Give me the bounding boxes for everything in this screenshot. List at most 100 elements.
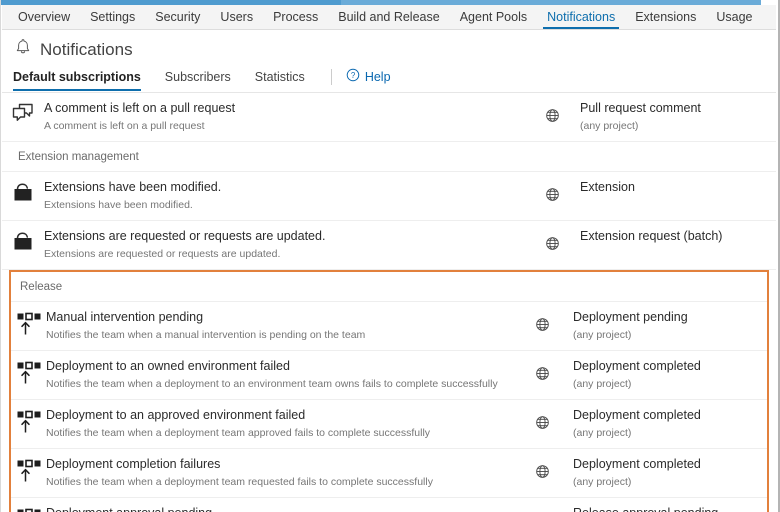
page-title: Notifications	[40, 40, 133, 59]
globe-icon[interactable]	[535, 317, 550, 337]
pivot-subscribers[interactable]: Subscribers	[165, 70, 243, 91]
group-header: Release	[11, 272, 767, 302]
extension-bag-icon	[12, 231, 34, 257]
row-scope-icon[interactable]	[511, 310, 573, 337]
row-scope-icon[interactable]	[511, 457, 573, 484]
nav-item-security[interactable]: Security	[145, 10, 210, 30]
row-text-block: Deployment to an owned environment faile…	[46, 359, 511, 391]
row-event-scope: (any project)	[580, 120, 639, 132]
row-scope-icon[interactable]	[525, 101, 580, 128]
extension-bag-icon	[12, 182, 34, 208]
row-event-name: Deployment completed	[573, 408, 701, 422]
row-event-block: Extension	[580, 180, 776, 199]
row-type-icon	[11, 457, 46, 488]
row-description: Extensions have been modified.	[44, 199, 193, 211]
release-deploy-icon	[16, 410, 42, 439]
row-event-block: Pull request comment (any project)	[580, 101, 776, 133]
nav-item-overview[interactable]: Overview	[8, 10, 80, 30]
globe-icon[interactable]	[545, 108, 560, 128]
row-title: Deployment approval pending	[46, 506, 503, 512]
row-type-icon	[2, 180, 44, 208]
row-event-block: Deployment completed (any project)	[573, 457, 767, 489]
row-text-block: Extensions are requested or requests are…	[44, 229, 525, 261]
subscriptions-list: A comment is left on a pull request A com…	[2, 92, 776, 512]
nav-item-settings[interactable]: Settings	[80, 10, 145, 30]
release-deploy-icon	[16, 312, 42, 341]
row-title: Manual intervention pending	[46, 310, 204, 324]
row-type-icon	[2, 229, 44, 257]
subscription-row[interactable]: Deployment to an owned environment faile…	[11, 351, 767, 400]
row-text-block: Manual intervention pending Notifies the …	[46, 310, 511, 342]
group-header: Extension management	[2, 142, 776, 172]
main-navigation: Overview Settings Security Users Process Buil…	[2, 5, 776, 30]
globe-icon[interactable]	[545, 187, 560, 207]
nav-item-usage[interactable]: Usage	[706, 10, 762, 30]
subscription-row[interactable]: A comment is left on a pull request A com…	[2, 92, 776, 142]
row-scope-icon[interactable]	[511, 506, 573, 512]
subscription-row[interactable]: Deployment approval pendingNotifies the …	[11, 498, 767, 512]
svg-text:?: ?	[351, 71, 356, 80]
subscription-row[interactable]: Extensions have been modified. Extensions…	[2, 172, 776, 221]
row-scope-icon[interactable]	[511, 408, 573, 435]
row-event-block: Deployment completed (any project)	[573, 408, 767, 440]
row-text-block: Extensions have been modified. Extensions…	[44, 180, 525, 212]
subscription-row[interactable]: Deployment completion failures Notifies t…	[11, 449, 767, 498]
row-event-block: Deployment pending (any project)	[573, 310, 767, 342]
bell-icon	[15, 38, 31, 61]
globe-icon[interactable]	[545, 236, 560, 256]
pivot-statistics[interactable]: Statistics	[255, 70, 317, 91]
row-event-name: Deployment pending	[573, 310, 688, 324]
pivot-divider	[330, 68, 332, 85]
nav-item-agent-pools[interactable]: Agent Pools	[450, 10, 537, 30]
row-event-name: Deployment completed	[573, 359, 701, 373]
globe-icon[interactable]	[535, 464, 550, 484]
row-scope-icon[interactable]	[511, 359, 573, 386]
row-event-scope: (any project)	[573, 427, 632, 439]
highlighted-group-release: Release Manual intervention pending Notifi…	[9, 270, 769, 512]
row-description: Notifies the team when a deployment to a…	[46, 378, 498, 390]
row-text-block: Deployment to an approved environment fa…	[46, 408, 511, 440]
row-title: Deployment completion failures	[46, 457, 221, 471]
nav-item-users[interactable]: Users	[210, 10, 263, 30]
row-scope-icon[interactable]	[525, 229, 580, 256]
comment-icon	[12, 103, 34, 128]
row-title: Deployment to an approved environment fa…	[46, 408, 306, 422]
row-event-name: Extension request (batch)	[580, 229, 723, 243]
globe-icon[interactable]	[535, 415, 550, 435]
row-event-name: Release approval pending	[573, 506, 761, 512]
nav-item-process[interactable]: Process	[263, 10, 328, 30]
row-event-block: Extension request (batch)	[580, 229, 776, 248]
row-type-icon	[11, 506, 46, 512]
row-scope-icon[interactable]	[525, 180, 580, 207]
row-type-icon	[2, 101, 44, 128]
pivot-tabs: Default subscriptions Subscribers Statisti…	[13, 68, 391, 92]
release-deploy-icon	[16, 508, 42, 512]
subscription-row[interactable]: Manual intervention pending Notifies the …	[11, 302, 767, 351]
question-circle-icon[interactable]: ?	[346, 68, 360, 85]
row-title: Deployment to an owned environment faile…	[46, 359, 290, 373]
nav-item-extensions[interactable]: Extensions	[625, 10, 706, 30]
row-event-name: Deployment completed	[573, 457, 701, 471]
row-description: Notifies the team when a deployment team…	[46, 476, 433, 488]
row-title: Extensions have been modified.	[44, 180, 222, 194]
row-title: A comment is left on a pull request	[44, 101, 236, 115]
row-event-name: Pull request comment	[580, 101, 701, 115]
subscription-row[interactable]: Extensions are requested or requests are…	[2, 221, 776, 270]
subscription-row[interactable]: Deployment to an approved environment fa…	[11, 400, 767, 449]
release-deploy-icon	[16, 459, 42, 488]
row-description: Notifies the team when a deployment team…	[46, 427, 431, 439]
help-label: Help	[364, 69, 391, 84]
globe-icon[interactable]	[535, 366, 550, 386]
pivot-default-subscriptions[interactable]: Default subscriptions	[13, 70, 141, 91]
row-event-name: Extension	[580, 180, 635, 194]
row-description: Extensions are requested or requests are…	[44, 248, 281, 260]
page-header: Notifications	[15, 38, 133, 61]
app-window: Overview Settings Security Users Process Buil…	[0, 0, 780, 512]
nav-item-build-and-release[interactable]: Build and Release	[328, 10, 449, 30]
nav-item-notifications[interactable]: Notifications	[537, 10, 625, 30]
row-event-scope: (any project)	[573, 378, 632, 390]
row-text-block: Deployment completion failures Notifies t…	[46, 457, 511, 489]
help-link[interactable]: ? Help	[346, 68, 391, 85]
row-event-scope: (any project)	[573, 476, 632, 488]
row-event-block: Deployment completed (any project)	[573, 359, 767, 391]
